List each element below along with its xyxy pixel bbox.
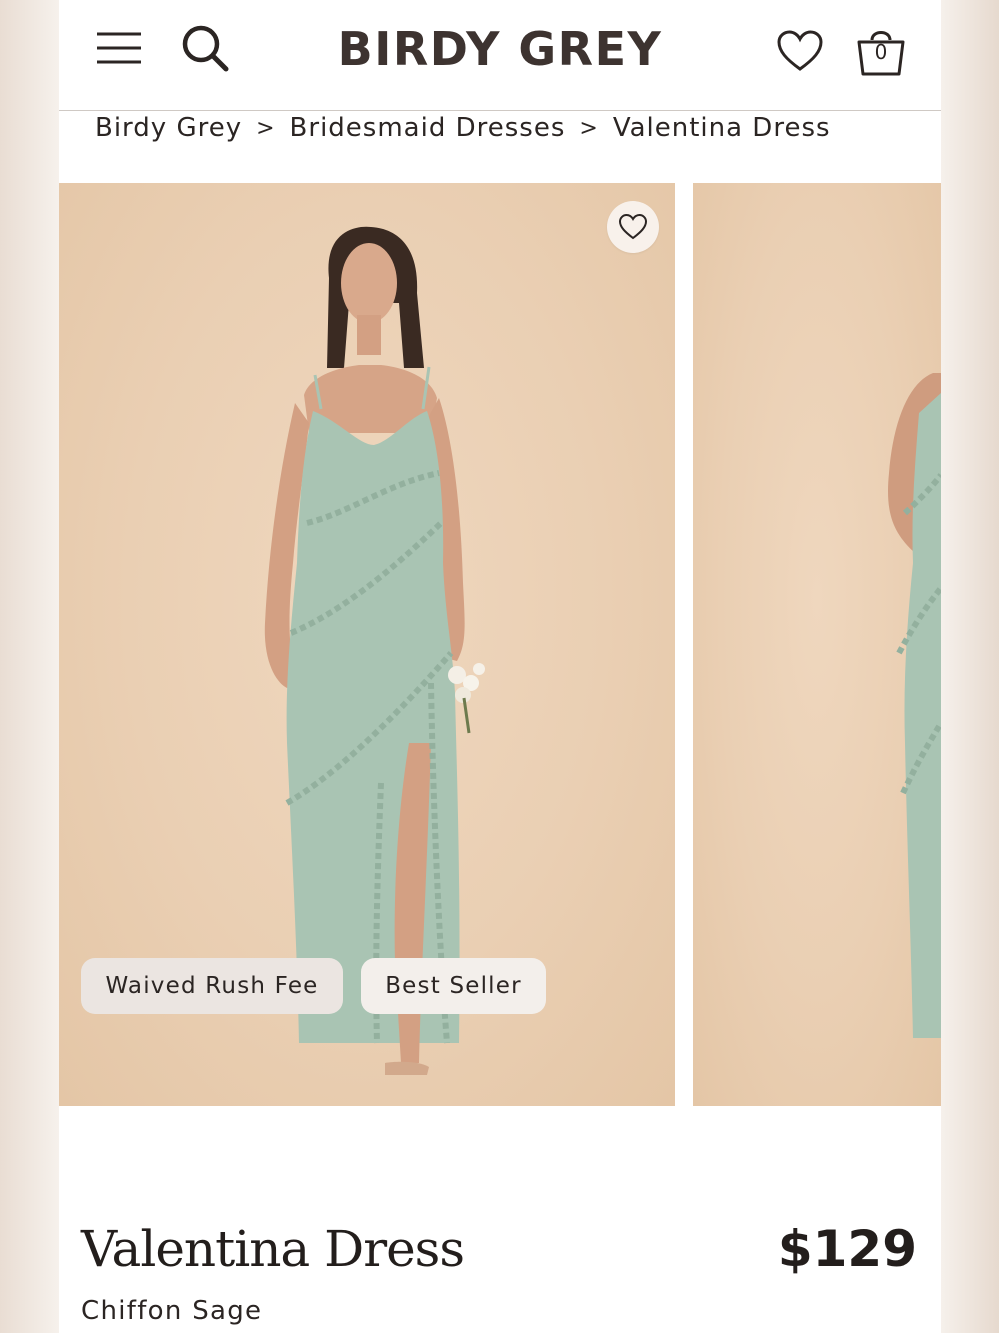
badge-waived-rush-fee: Waived Rush Fee bbox=[81, 958, 343, 1014]
product-variant: Chiffon Sage bbox=[81, 1296, 263, 1326]
model-in-dress-image bbox=[888, 373, 941, 1038]
product-image-2[interactable] bbox=[693, 183, 941, 1106]
favorite-button[interactable] bbox=[607, 201, 659, 253]
product-price: $129 bbox=[777, 1220, 917, 1278]
shopping-bag-button[interactable]: 0 bbox=[855, 22, 907, 78]
bag-count-badge: 0 bbox=[874, 40, 888, 64]
product-title: Valentina Dress bbox=[81, 1220, 465, 1278]
badge-best-seller: Best Seller bbox=[361, 958, 546, 1014]
heart-icon bbox=[618, 213, 648, 240]
breadcrumb-separator: > bbox=[579, 115, 599, 141]
heart-icon bbox=[777, 30, 823, 71]
product-page: BIRDY GREY 0 Birdy Grey > Bridesmaid Dre… bbox=[59, 0, 941, 1333]
breadcrumb: Birdy Grey > Bridesmaid Dresses > Valent… bbox=[95, 110, 831, 146]
breadcrumb-category[interactable]: Bridesmaid Dresses bbox=[290, 113, 566, 143]
breadcrumb-home[interactable]: Birdy Grey bbox=[95, 113, 242, 143]
breadcrumb-separator: > bbox=[256, 115, 276, 141]
wishlist-button[interactable] bbox=[775, 26, 825, 76]
breadcrumb-current: Valentina Dress bbox=[612, 113, 831, 143]
site-header: BIRDY GREY 0 bbox=[59, 0, 941, 111]
